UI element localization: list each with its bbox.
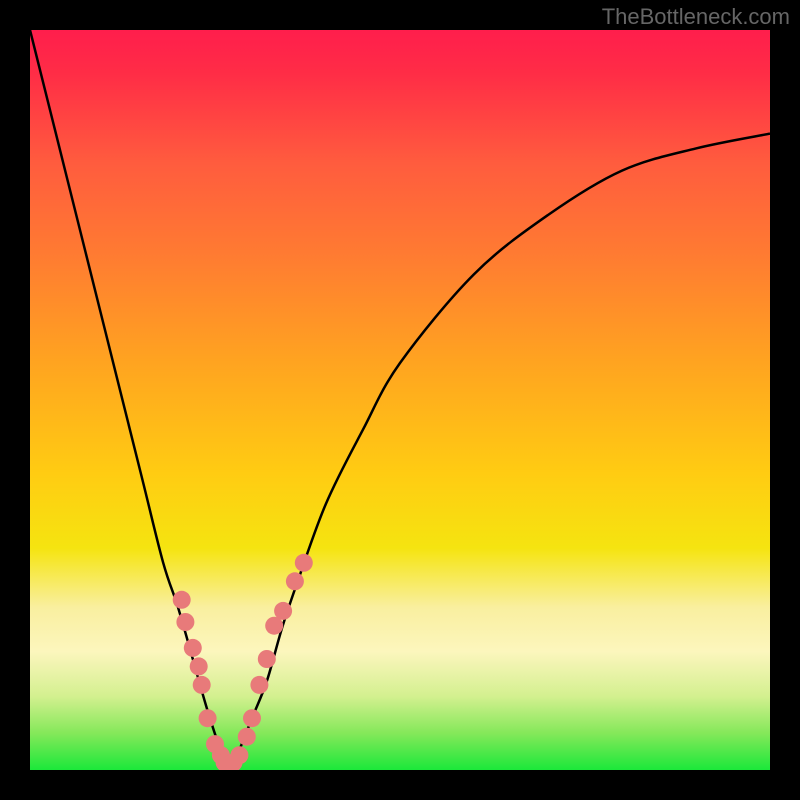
scatter-point <box>258 650 276 668</box>
chart-svg <box>30 30 770 770</box>
scatter-point <box>176 613 194 631</box>
scatter-point <box>274 602 292 620</box>
scatter-point <box>286 572 304 590</box>
scatter-point <box>250 676 268 694</box>
scatter-points-group <box>173 554 313 770</box>
chart-plot-area <box>30 30 770 770</box>
scatter-point <box>199 709 217 727</box>
scatter-point <box>173 591 191 609</box>
scatter-point <box>295 554 313 572</box>
scatter-point <box>238 728 256 746</box>
bottleneck-curve <box>30 30 770 770</box>
scatter-point <box>184 639 202 657</box>
scatter-point <box>243 709 261 727</box>
scatter-point <box>230 746 248 764</box>
scatter-point <box>190 657 208 675</box>
scatter-point <box>193 676 211 694</box>
watermark-text: TheBottleneck.com <box>602 4 790 30</box>
